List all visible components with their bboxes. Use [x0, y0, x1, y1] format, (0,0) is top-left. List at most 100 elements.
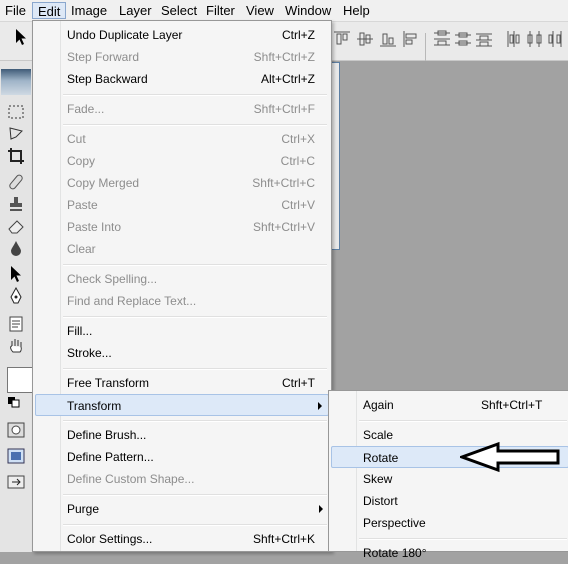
- menu-view[interactable]: View: [241, 2, 279, 19]
- align-left-icon[interactable]: [402, 30, 420, 48]
- menu-item-stroke[interactable]: Stroke...: [35, 342, 329, 364]
- menu-item-cut[interactable]: Cut Ctrl+X: [35, 128, 329, 150]
- distribute-bottom-icon[interactable]: [475, 30, 493, 48]
- menu-item-label: Rotate: [363, 451, 399, 465]
- menu-item-shortcut: Shft+Ctrl+Z: [253, 50, 315, 64]
- menu-item-label: Copy Merged: [67, 176, 140, 190]
- screen-mode-icon[interactable]: [7, 447, 25, 465]
- quick-mask-icon[interactable]: [7, 421, 25, 439]
- healing-brush-icon[interactable]: [7, 173, 25, 191]
- submenu-item-rotate-180[interactable]: Rotate 180°: [331, 542, 568, 564]
- menu-separator: [63, 524, 327, 526]
- default-colors-icon[interactable]: [7, 396, 21, 408]
- hand-tool-icon[interactable]: [7, 337, 25, 355]
- menu-item-label: Perspective: [363, 516, 426, 530]
- path-selection-icon[interactable]: [7, 265, 25, 283]
- menu-item-clear[interactable]: Clear: [35, 238, 329, 260]
- menu-item-label: Clear: [67, 242, 96, 256]
- align-vcenter-icon[interactable]: [356, 30, 374, 48]
- menu-separator: [63, 368, 327, 370]
- menu-filter[interactable]: Filter: [201, 2, 240, 19]
- eraser-tool-icon[interactable]: [7, 217, 25, 235]
- menu-item-label: Cut: [67, 132, 86, 146]
- annotation-arrow-icon: [460, 441, 560, 473]
- menu-separator: [63, 420, 327, 422]
- menu-item-fade[interactable]: Fade... Shft+Ctrl+F: [35, 98, 329, 120]
- menu-item-purge[interactable]: Purge: [35, 498, 329, 520]
- clone-stamp-icon[interactable]: [7, 195, 25, 213]
- menu-item-shortcut: Ctrl+V: [281, 198, 315, 212]
- menu-item-label: Fade...: [67, 102, 105, 116]
- menu-item-paste-into[interactable]: Paste Into Shft+Ctrl+V: [35, 216, 329, 238]
- menu-item-label: Distort: [363, 494, 398, 508]
- align-bottom-icon[interactable]: [379, 30, 397, 48]
- menu-item-label: Stroke...: [67, 346, 112, 360]
- menu-item-check-spelling[interactable]: Check Spelling...: [35, 268, 329, 290]
- foreground-color-swatch[interactable]: [7, 367, 33, 393]
- menu-item-label: Define Brush...: [67, 428, 147, 442]
- blur-tool-icon[interactable]: [7, 239, 25, 257]
- menu-item-step-backward[interactable]: Step Backward Alt+Ctrl+Z: [35, 68, 329, 90]
- lasso-tool-icon[interactable]: [7, 125, 25, 143]
- menu-image[interactable]: Image: [66, 2, 112, 19]
- menu-item-label: Step Backward: [67, 72, 148, 86]
- menu-item-shortcut: Shft+Ctrl+F: [253, 102, 315, 116]
- align-top-icon[interactable]: [333, 30, 351, 48]
- menu-edit[interactable]: Edit: [32, 2, 67, 19]
- menu-separator: [63, 94, 327, 96]
- submenu-item-distort[interactable]: Distort: [331, 490, 568, 512]
- menu-item-label: Undo Duplicate Layer: [67, 28, 183, 42]
- menu-separator: [359, 420, 567, 422]
- menu-separator: [63, 264, 327, 266]
- menu-item-copy[interactable]: Copy Ctrl+C: [35, 150, 329, 172]
- distribute-hcenter-icon[interactable]: [526, 30, 544, 48]
- menu-item-color-settings[interactable]: Color Settings... Shft+Ctrl+K: [35, 528, 329, 550]
- menu-item-define-custom-shape[interactable]: Define Custom Shape...: [35, 468, 329, 490]
- submenu-item-again[interactable]: Again Shft+Ctrl+T: [331, 394, 568, 416]
- menu-item-shortcut: Ctrl+Z: [282, 28, 315, 42]
- jump-to-imageready-icon[interactable]: [7, 473, 25, 491]
- distribute-left-icon[interactable]: [505, 30, 523, 48]
- pen-tool-icon[interactable]: [7, 287, 25, 305]
- menu-item-transform[interactable]: Transform: [35, 394, 329, 416]
- menu-separator: [359, 538, 567, 540]
- document-canvas-edge[interactable]: [331, 62, 340, 250]
- menu-item-find-replace[interactable]: Find and Replace Text...: [35, 290, 329, 312]
- menu-help[interactable]: Help: [338, 2, 375, 19]
- menu-item-define-brush[interactable]: Define Brush...: [35, 424, 329, 446]
- menu-item-free-transform[interactable]: Free Transform Ctrl+T: [35, 372, 329, 394]
- menu-item-fill[interactable]: Fill...: [35, 320, 329, 342]
- menu-window[interactable]: Window: [280, 2, 336, 19]
- menu-item-shortcut: Ctrl+C: [280, 154, 315, 168]
- submenu-item-perspective[interactable]: Perspective: [331, 512, 568, 534]
- menu-item-label: Step Forward: [67, 50, 140, 64]
- menu-layer[interactable]: Layer: [114, 2, 157, 19]
- menu-item-label: Find and Replace Text...: [67, 294, 197, 308]
- menu-select[interactable]: Select: [156, 2, 202, 19]
- distribute-right-icon[interactable]: [547, 30, 565, 48]
- menu-item-copy-merged[interactable]: Copy Merged Shft+Ctrl+C: [35, 172, 329, 194]
- menu-file[interactable]: File: [0, 2, 31, 19]
- notes-tool-icon[interactable]: [7, 315, 25, 333]
- distribute-top-icon[interactable]: [433, 30, 451, 48]
- menu-item-undo[interactable]: Undo Duplicate Layer Ctrl+Z: [35, 24, 329, 46]
- distribute-vcenter-icon[interactable]: [454, 30, 472, 48]
- menu-item-step-forward[interactable]: Step Forward Shft+Ctrl+Z: [35, 46, 329, 68]
- menu-item-label: Scale: [363, 428, 394, 442]
- marquee-tool-icon[interactable]: [7, 103, 25, 121]
- menu-item-label: Purge: [67, 502, 100, 516]
- menu-item-label: Check Spelling...: [67, 272, 158, 286]
- menu-separator: [63, 316, 327, 318]
- toolbox: [0, 61, 33, 552]
- menu-item-label: Transform: [67, 399, 122, 413]
- menu-item-shortcut: Alt+Ctrl+Z: [260, 72, 315, 86]
- menu-item-label: Copy: [67, 154, 96, 168]
- menu-item-paste[interactable]: Paste Ctrl+V: [35, 194, 329, 216]
- move-tool-icon[interactable]: [14, 28, 28, 46]
- submenu-arrow-icon: [318, 402, 322, 410]
- menu-item-define-pattern[interactable]: Define Pattern...: [35, 446, 329, 468]
- menu-item-label: Fill...: [67, 324, 93, 338]
- toolbar-separator: [425, 33, 426, 61]
- crop-tool-icon[interactable]: [7, 147, 25, 165]
- menu-item-shortcut: Shft+Ctrl+T: [481, 398, 543, 412]
